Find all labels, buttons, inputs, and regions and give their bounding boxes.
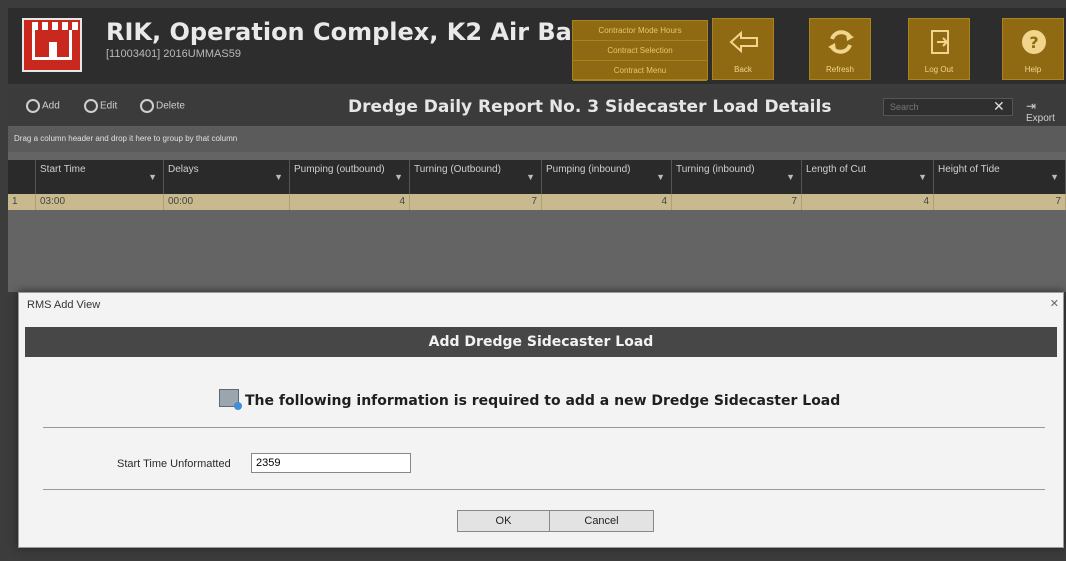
server-info-icon <box>219 389 242 410</box>
edit-label: Edit <box>100 100 118 112</box>
logout-button[interactable]: Log Out <box>908 18 970 80</box>
warning-text <box>106 64 526 72</box>
table-cell: 4 <box>290 194 410 210</box>
close-icon[interactable]: ✕ <box>1050 297 1059 310</box>
filter-icon: ▼ <box>148 172 157 182</box>
info-message: The following information is required to… <box>245 393 841 409</box>
menu-contract-menu[interactable]: Contract Menu <box>573 61 707 81</box>
column-header[interactable]: Height of Tide ▼ <box>934 160 1066 194</box>
menu-stack: Contractor Mode Hours Contract Selection… <box>572 20 708 81</box>
delete-button[interactable]: Delete <box>140 99 185 113</box>
app-title: RIK, Operation Complex, K2 Air Base <box>106 18 603 46</box>
filter-icon: ▼ <box>918 172 927 182</box>
back-button[interactable]: Back <box>712 18 774 80</box>
edit-icon <box>84 99 98 113</box>
table-cell: 4 <box>542 194 672 210</box>
svg-text:?: ? <box>1029 33 1038 52</box>
logout-icon <box>931 30 949 54</box>
contract-subtitle: [11003401] 2016UMMAS59 <box>106 48 241 60</box>
logout-label: Log Out <box>924 65 954 74</box>
filter-icon: ▼ <box>394 172 403 182</box>
table-cell: 7 <box>410 194 542 210</box>
edit-button[interactable]: Edit <box>84 99 117 113</box>
help-button[interactable]: ? Help <box>1002 18 1064 80</box>
page-title: Dredge Daily Report No. 3 Sidecaster Loa… <box>348 97 832 117</box>
table-cell: 7 <box>934 194 1066 210</box>
dialog-header: Add Dredge Sidecaster Load <box>25 327 1057 357</box>
column-header[interactable]: Turning (Outbound) ▼ <box>410 160 542 194</box>
help-icon: ? <box>1022 30 1046 54</box>
divider <box>43 427 1045 428</box>
row-indicator-header <box>8 160 36 194</box>
group-by-bar[interactable]: Drag a column header and drop it here to… <box>8 126 1066 152</box>
data-grid: Start Time ▼ Delays ▼ Pumping (outbound) ▼ … <box>8 152 1066 292</box>
usace-logo <box>22 18 82 72</box>
export-label: Export <box>1026 113 1055 124</box>
table-row[interactable]: 1 03:00 00:00 4 7 4 7 4 7 <box>8 194 1066 210</box>
column-header[interactable]: Length of Cut ▼ <box>802 160 934 194</box>
add-icon <box>26 99 40 113</box>
divider <box>43 489 1045 490</box>
column-header[interactable]: Pumping (outbound) ▼ <box>290 160 410 194</box>
menu-contractor-mode-hours[interactable]: Contractor Mode Hours <box>573 21 707 41</box>
column-header[interactable]: Delays ▼ <box>164 160 290 194</box>
menu-contract-selection[interactable]: Contract Selection <box>573 41 707 61</box>
start-time-label: Start Time Unformatted <box>117 458 231 470</box>
help-label: Help <box>1024 65 1042 74</box>
cancel-button[interactable]: Cancel <box>549 510 654 532</box>
table-cell: 00:00 <box>164 194 290 210</box>
delete-icon <box>140 99 154 113</box>
back-label: Back <box>734 65 752 74</box>
add-dialog: RMS Add View ✕ Add Dredge Sidecaster Loa… <box>18 292 1064 548</box>
filter-icon: ▼ <box>526 172 535 182</box>
filter-icon: ▼ <box>274 172 283 182</box>
add-label: Add <box>42 100 60 112</box>
filter-icon: ▼ <box>656 172 665 182</box>
column-header[interactable]: Pumping (inbound) ▼ <box>542 160 672 194</box>
refresh-icon <box>828 30 854 54</box>
table-cell: 7 <box>672 194 802 210</box>
table-cell: 4 <box>802 194 934 210</box>
back-arrow-icon <box>729 30 758 54</box>
app-window: RIK, Operation Complex, K2 Air Base [110… <box>0 0 1066 561</box>
clear-search-icon[interactable]: ✕ <box>993 98 1005 115</box>
app-header: RIK, Operation Complex, K2 Air Base [110… <box>8 8 1066 84</box>
export-button[interactable]: ⇥ Export <box>1026 99 1066 124</box>
refresh-button[interactable]: Refresh <box>809 18 871 80</box>
row-index: 1 <box>8 194 36 210</box>
add-button[interactable]: Add <box>26 99 60 113</box>
grid-header: Start Time ▼ Delays ▼ Pumping (outbound) ▼ … <box>8 160 1066 194</box>
table-cell: 03:00 <box>36 194 164 210</box>
filter-icon: ▼ <box>1050 172 1059 182</box>
toolbar: Add Edit Delete Dredge Daily Report No. … <box>8 90 1066 124</box>
filter-icon: ▼ <box>786 172 795 182</box>
column-header[interactable]: Turning (inbound) ▼ <box>672 160 802 194</box>
refresh-label: Refresh <box>825 65 854 74</box>
ok-button[interactable]: OK <box>457 510 550 532</box>
delete-label: Delete <box>156 100 185 112</box>
export-icon: ⇥ <box>1026 99 1037 113</box>
dialog-window-title: RMS Add View <box>27 299 101 311</box>
start-time-input[interactable] <box>251 453 411 473</box>
column-header[interactable]: Start Time ▼ <box>36 160 164 194</box>
